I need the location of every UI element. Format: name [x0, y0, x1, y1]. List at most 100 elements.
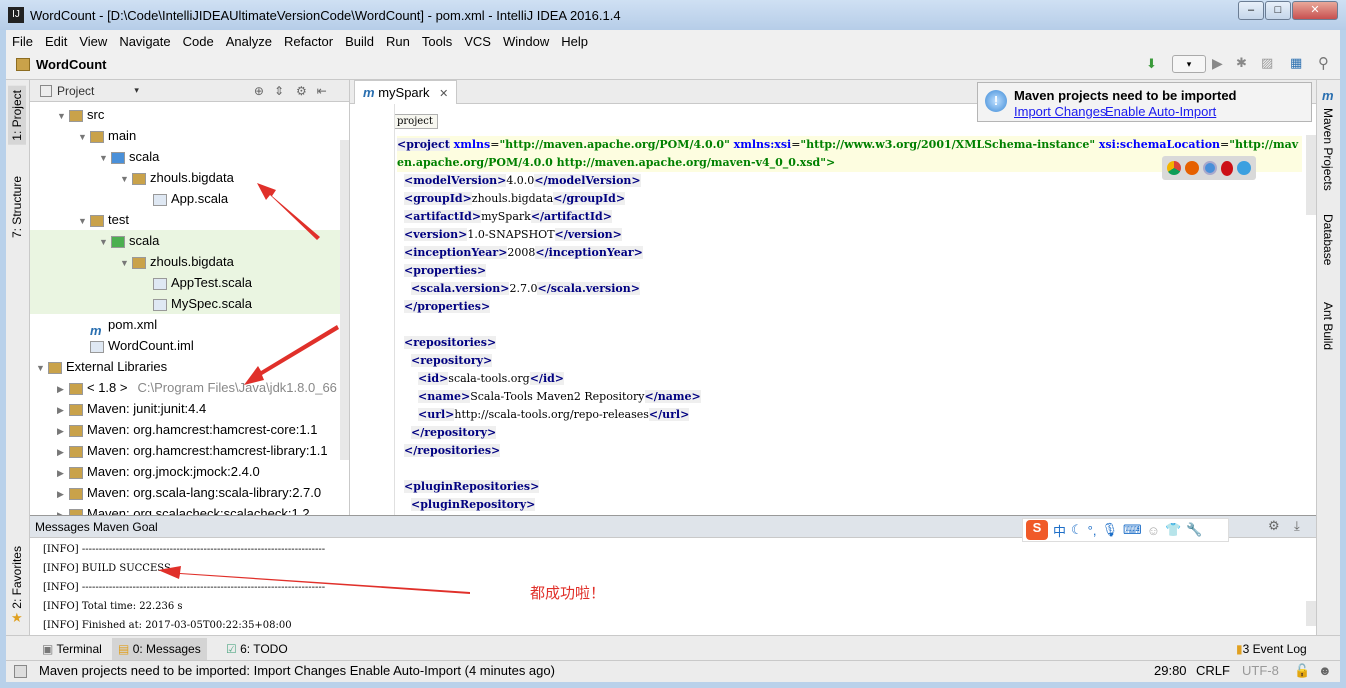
- menu-help[interactable]: Help: [555, 34, 594, 49]
- tree-item[interactable]: ▶ Maven: org.hamcrest:hamcrest-core:1.1: [30, 419, 349, 442]
- moon-icon[interactable]: ☾: [1071, 522, 1083, 538]
- expand-arrow-icon[interactable]: ▶: [57, 505, 69, 515]
- maximize-button[interactable]: □: [1265, 1, 1291, 20]
- menu-analyze[interactable]: Analyze: [220, 34, 278, 49]
- run-icon[interactable]: ▶: [1212, 55, 1223, 72]
- expand-arrow-icon[interactable]: ▼: [78, 127, 90, 148]
- debug-icon[interactable]: ✱: [1236, 55, 1247, 71]
- menu-build[interactable]: Build: [339, 34, 380, 49]
- menu-view[interactable]: View: [73, 34, 113, 49]
- tool-windows-icon[interactable]: [14, 665, 27, 678]
- minimize-button[interactable]: –: [1238, 1, 1264, 20]
- menu-code[interactable]: Code: [177, 34, 220, 49]
- tree-item[interactable]: ▼ scala: [30, 230, 349, 253]
- tree-item[interactable]: m pom.xml: [30, 314, 349, 338]
- event-log-tab[interactable]: ▮3 Event Log: [1230, 638, 1313, 660]
- database-tool-tab[interactable]: Database: [1319, 210, 1337, 269]
- todo-tab[interactable]: ☑ 6: TODO: [220, 638, 294, 660]
- expand-arrow-icon[interactable]: ▼: [99, 232, 111, 253]
- enable-auto-import-link[interactable]: Enable Auto-Import: [1105, 104, 1216, 119]
- ant-build-tool-tab[interactable]: Ant Build: [1319, 298, 1337, 354]
- maven-projects-tool-tab[interactable]: Maven Projects: [1319, 104, 1337, 195]
- favorites-tool-tab[interactable]: 2: Favorites: [8, 542, 26, 613]
- sogou-icon[interactable]: S: [1026, 520, 1048, 540]
- tree-item[interactable]: ▼ zhouls.bigdata: [30, 167, 349, 190]
- tree-item[interactable]: MySpec.scala: [30, 293, 349, 314]
- chrome-icon[interactable]: [1167, 161, 1181, 175]
- expand-arrow-icon[interactable]: ▶: [57, 484, 69, 505]
- expand-arrow-icon[interactable]: ▼: [78, 211, 90, 232]
- menu-window[interactable]: Window: [497, 34, 555, 49]
- project-tool-tab[interactable]: 1: Project: [8, 86, 26, 145]
- tree-item[interactable]: ▶ Maven: junit:junit:4.4: [30, 398, 349, 421]
- user-icon[interactable]: ☺: [1147, 523, 1160, 538]
- tree-item[interactable]: ▶ Maven: org.scalacheck:scalacheck:1.2: [30, 503, 349, 515]
- menu-navigate[interactable]: Navigate: [113, 34, 176, 49]
- close-button[interactable]: ✕: [1292, 1, 1338, 20]
- update-project-icon[interactable]: ⬇: [1146, 56, 1157, 72]
- tree-item[interactable]: ▶ Maven: org.scala-lang:scala-library:2.7…: [30, 482, 349, 505]
- status-message[interactable]: Maven projects need to be imported: Impo…: [39, 661, 555, 681]
- tree-item[interactable]: AppTest.scala: [30, 272, 349, 293]
- menu-run[interactable]: Run: [380, 34, 416, 49]
- close-tab-icon[interactable]: ✕: [439, 88, 448, 100]
- scroll-from-source-icon[interactable]: ⊕: [254, 84, 264, 98]
- tree-item[interactable]: ▶ Maven: org.jmock:jmock:2.4.0: [30, 461, 349, 484]
- breadcrumb-project[interactable]: WordCount: [36, 57, 107, 72]
- menu-refactor[interactable]: Refactor: [278, 34, 339, 49]
- editor-scrollbar[interactable]: [1306, 135, 1316, 215]
- expand-arrow-icon[interactable]: ▶: [57, 400, 69, 421]
- expand-arrow-icon[interactable]: ▶: [57, 463, 69, 484]
- gear-icon[interactable]: ⚙: [296, 84, 307, 98]
- punctuation-icon[interactable]: °,: [1088, 523, 1097, 538]
- tree-item[interactable]: ▼ scala: [30, 146, 349, 169]
- gear-icon[interactable]: ⚙: [1268, 518, 1280, 534]
- tree-scrollbar[interactable]: [340, 140, 349, 460]
- expand-arrow-icon[interactable]: ▶: [57, 421, 69, 442]
- skin-icon[interactable]: 👕: [1165, 522, 1181, 538]
- line-separator[interactable]: CRLF: [1196, 661, 1230, 681]
- code-area[interactable]: <project xmlns = "http://maven.apache.org/…: [397, 136, 1302, 514]
- safari-icon[interactable]: [1203, 161, 1217, 175]
- collapse-all-icon[interactable]: ⇕: [274, 84, 284, 98]
- tab-myspark[interactable]: m mySpark ✕: [354, 80, 458, 104]
- hide-panel-icon[interactable]: ⤓: [1294, 518, 1300, 534]
- menu-file[interactable]: File: [6, 34, 39, 49]
- tree-item[interactable]: ▼ External Libraries: [30, 356, 349, 377]
- messages-tab[interactable]: ▤ 0: Messages: [112, 638, 207, 660]
- keyboard-icon[interactable]: ⌨: [1123, 522, 1142, 538]
- project-structure-icon[interactable]: ▦: [1290, 55, 1302, 71]
- tree-item[interactable]: ▶ Maven: org.hamcrest:hamcrest-library:1.…: [30, 440, 349, 461]
- search-icon[interactable]: ⚲: [1318, 54, 1329, 72]
- xml-breadcrumb-tag[interactable]: project: [392, 114, 438, 129]
- opera-icon[interactable]: [1221, 160, 1233, 176]
- wrench-icon[interactable]: 🔧: [1186, 522, 1202, 538]
- tree-item[interactable]: ▶ < 1.8 > C:\Program Files\Java\jdk1.8.0_6…: [30, 377, 349, 400]
- firefox-icon[interactable]: [1185, 161, 1199, 175]
- expand-arrow-icon[interactable]: ▼: [120, 253, 132, 274]
- run-config-dropdown[interactable]: ▾: [1172, 55, 1206, 73]
- microphone-icon[interactable]: 🎙: [1101, 522, 1118, 538]
- ime-language[interactable]: 中: [1053, 521, 1066, 540]
- menu-tools[interactable]: Tools: [416, 34, 458, 49]
- chevron-down-icon[interactable]: ▾: [134, 85, 139, 96]
- messages-scrollbar[interactable]: [1306, 601, 1316, 626]
- encoding[interactable]: UTF-8: [1242, 661, 1279, 681]
- coverage-icon[interactable]: ▨: [1261, 55, 1273, 71]
- inspector-icon[interactable]: ☻: [1318, 661, 1332, 681]
- project-view-select[interactable]: Project: [57, 84, 94, 98]
- tree-item[interactable]: ▼ test: [30, 209, 349, 232]
- menu-edit[interactable]: Edit: [39, 34, 73, 49]
- expand-arrow-icon[interactable]: ▼: [120, 169, 132, 190]
- expand-arrow-icon[interactable]: ▼: [99, 148, 111, 169]
- import-changes-link[interactable]: Import Changes: [1014, 104, 1107, 119]
- tree-item[interactable]: WordCount.iml: [30, 335, 349, 356]
- terminal-tab[interactable]: ▣ Terminal: [36, 638, 108, 660]
- expand-arrow-icon[interactable]: ▶: [57, 379, 69, 400]
- caret-position[interactable]: 29:80: [1154, 661, 1187, 681]
- tree-item[interactable]: ▼ main: [30, 125, 349, 148]
- hide-panel-icon[interactable]: ⇤: [317, 84, 327, 98]
- ie-icon[interactable]: [1237, 161, 1251, 175]
- tree-item[interactable]: ▼ zhouls.bigdata: [30, 251, 349, 274]
- structure-tool-tab[interactable]: 7: Structure: [8, 172, 26, 242]
